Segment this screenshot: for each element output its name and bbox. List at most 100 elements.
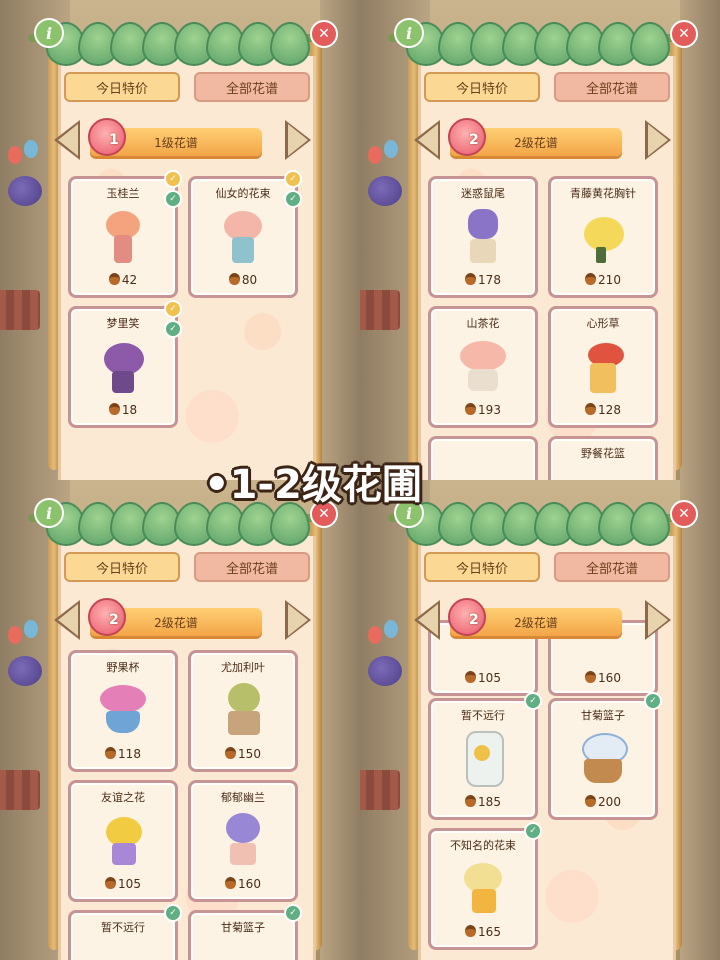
flower-card[interactable]: 心形草 128	[548, 306, 658, 428]
flower-name: 心形草	[586, 317, 620, 330]
rose-icon	[88, 598, 126, 636]
unlocked-check-icon: ✓	[164, 190, 182, 208]
balloon-icon	[8, 626, 22, 644]
flower-card[interactable]: 山茶花 193	[428, 306, 538, 428]
acorn-icon	[225, 877, 237, 889]
orchid-pot-icon	[218, 811, 268, 869]
tab-today-special[interactable]: 今日特价	[64, 72, 180, 102]
bouquet-icon	[218, 207, 268, 265]
leaf-garland	[28, 14, 336, 66]
owned-badge-icon: ✓	[164, 170, 182, 188]
flower-card[interactable]: 不知名的花束 165	[428, 828, 538, 950]
prev-level-arrow-icon[interactable]	[418, 604, 438, 636]
flower-jar-icon	[458, 729, 508, 787]
level-number: 2	[469, 612, 479, 628]
info-button[interactable]: i	[394, 18, 424, 48]
flower-price: 42	[71, 273, 175, 287]
tab-all-recipes[interactable]: 全部花谱	[194, 552, 310, 582]
lavender-pot-icon	[458, 207, 508, 265]
flower-price: 105	[431, 671, 535, 685]
tab-all-recipes[interactable]: 全部花谱	[194, 72, 310, 102]
pumpkin-balloon-icon	[8, 176, 42, 206]
rose-icon	[448, 598, 486, 636]
flower-name: 梦里笑	[106, 317, 140, 330]
flower-name: 山茶花	[466, 317, 500, 330]
flower-name: 暂不远行	[101, 921, 145, 934]
info-button[interactable]: i	[34, 18, 64, 48]
flower-price: 193	[431, 403, 535, 417]
info-button[interactable]: i	[34, 498, 64, 528]
close-button[interactable]: ✕	[310, 20, 338, 48]
flower-name: 甘菊篮子	[581, 709, 625, 722]
flower-name: 友谊之花	[101, 791, 145, 804]
flower-card[interactable]: 野果杯 118	[68, 650, 178, 772]
acorn-icon	[228, 273, 240, 285]
flower-price: 18	[71, 403, 175, 417]
panel-level2-page1: i ✕ 今日特价 全部花谱 2级花谱 2 迷惑鼠尾 178 青藤黄花胸针 210…	[360, 0, 720, 480]
flower-card[interactable]: 野餐花篮	[548, 436, 658, 480]
balloon-icon	[384, 620, 398, 638]
unlocked-check-icon: ✓	[164, 320, 182, 338]
flower-price: 160	[551, 671, 655, 685]
flower-card[interactable]: 尤加利叶 150	[188, 650, 298, 772]
rose-icon	[88, 118, 126, 156]
flower-card[interactable]: 暂不远行 185	[428, 698, 538, 820]
flower-card[interactable]: 甘菊篮子	[188, 910, 298, 960]
close-button[interactable]: ✕	[670, 20, 698, 48]
flower-price: 200	[551, 795, 655, 809]
rose-icon	[448, 118, 486, 156]
flower-card[interactable]: 郁郁幽兰 160	[188, 780, 298, 902]
unlocked-check-icon: ✓	[644, 692, 662, 710]
flower-price: 80	[191, 273, 295, 287]
tab-all-recipes[interactable]: 全部花谱	[554, 552, 670, 582]
tab-today-special[interactable]: 今日特价	[424, 552, 540, 582]
flower-name: 尤加利叶	[221, 661, 265, 674]
leaf-garland	[388, 14, 696, 66]
flower-name: 郁郁幽兰	[221, 791, 265, 804]
unlocked-check-icon: ✓	[284, 190, 302, 208]
unlocked-check-icon: ✓	[524, 692, 542, 710]
tab-today-special[interactable]: 今日特价	[64, 552, 180, 582]
friendship-bouquet-icon	[98, 811, 148, 869]
prev-level-arrow-icon[interactable]	[58, 604, 78, 636]
flower-price: 165	[431, 925, 535, 939]
flower-price: 105	[71, 877, 175, 891]
flower-card[interactable]: 青藤黄花胸针 210	[548, 176, 658, 298]
flower-card[interactable]: 仙女的花束 80	[188, 176, 298, 298]
acorn-icon	[585, 403, 597, 415]
level-number: 1	[109, 132, 119, 148]
flower-price: 128	[551, 403, 655, 417]
next-level-arrow-icon[interactable]	[288, 124, 308, 156]
leaf-garland	[388, 494, 696, 546]
level-title: 2级花谱	[514, 615, 558, 630]
flower-price: 160	[191, 877, 295, 891]
tab-today-special[interactable]: 今日特价	[424, 72, 540, 102]
level-title: 2级花谱	[514, 135, 558, 150]
flower-card[interactable]: 友谊之花 105	[68, 780, 178, 902]
acorn-icon	[585, 273, 597, 285]
balloon-icon	[8, 146, 22, 164]
market-stall-awning	[360, 770, 400, 810]
flower-card[interactable]	[428, 436, 538, 480]
acorn-icon	[465, 925, 477, 937]
acorn-icon	[465, 403, 477, 415]
flower-card[interactable]: 迷惑鼠尾 178	[428, 176, 538, 298]
flower-card[interactable]: 暂不远行	[68, 910, 178, 960]
close-button[interactable]: ✕	[670, 500, 698, 528]
balloon-icon	[368, 626, 382, 644]
prev-level-arrow-icon[interactable]	[58, 124, 78, 156]
market-stall-awning	[0, 770, 40, 810]
flower-card[interactable]: 梦里笑 18	[68, 306, 178, 428]
panel-level1: i ✕ 今日特价 全部花谱 1级花谱 1 玉桂兰 42 ✓ ✓ 仙女的花束 80…	[0, 0, 360, 480]
flower-card[interactable]: 甘菊篮子 200	[548, 698, 658, 820]
flower-price: 150	[191, 747, 295, 761]
acorn-icon	[465, 671, 477, 683]
prev-level-arrow-icon[interactable]	[418, 124, 438, 156]
flower-card[interactable]: 玉桂兰 42	[68, 176, 178, 298]
next-level-arrow-icon[interactable]	[648, 124, 668, 156]
unlocked-check-icon: ✓	[524, 822, 542, 840]
tab-all-recipes[interactable]: 全部花谱	[554, 72, 670, 102]
next-level-arrow-icon[interactable]	[648, 604, 668, 636]
next-level-arrow-icon[interactable]	[288, 604, 308, 636]
acorn-icon	[585, 795, 597, 807]
